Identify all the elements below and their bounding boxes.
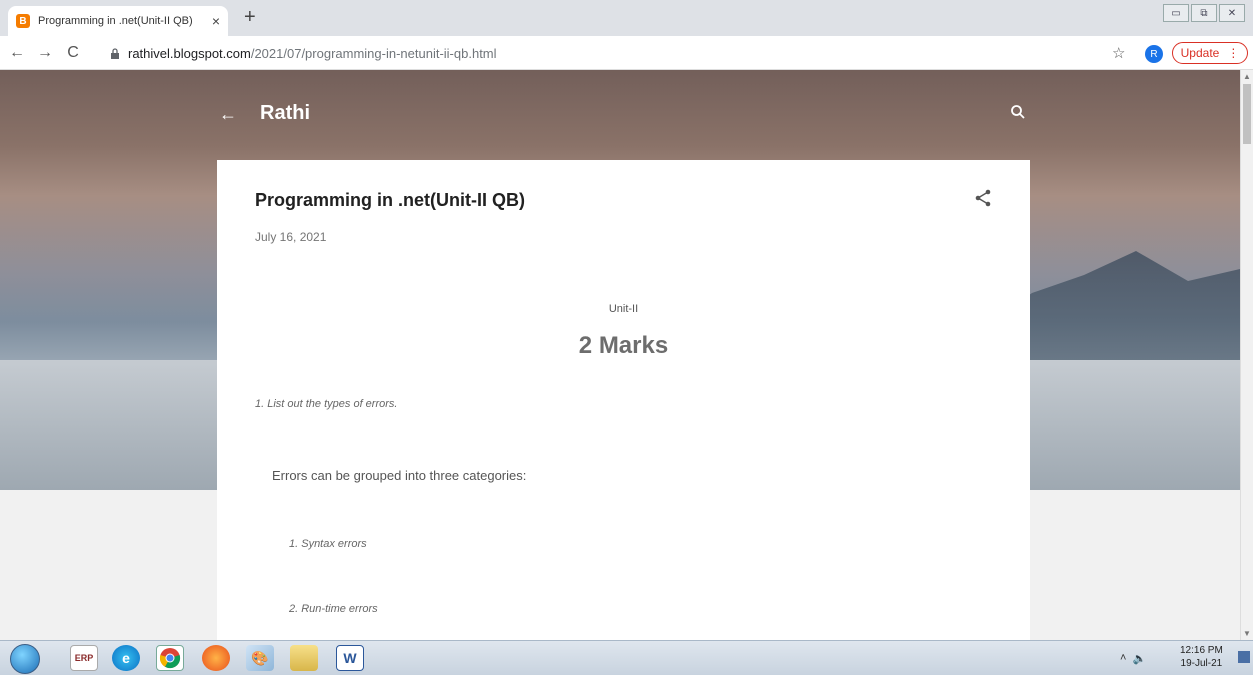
restore-button[interactable]: ⧉ [1191,4,1217,22]
post-date: July 16, 2021 [255,230,327,244]
post-title: Programming in .net(Unit-II QB) [255,190,525,210]
clock-date: 19-Jul-21 [1180,658,1223,669]
window-controls: ▭ ⧉ ✕ [1163,4,1245,22]
scroll-up-icon[interactable]: ▲ [1243,72,1251,81]
back-arrow-icon[interactable]: ← [219,104,237,125]
page-viewport: ← Rathi Programming in .net(Unit-II QB) … [0,70,1240,640]
forward-button[interactable]: → [34,44,56,62]
question-text: 1. List out the types of errors. [255,398,398,410]
browser-tab[interactable]: B Programming in .net(Unit-II QB) × [8,6,228,36]
paint-icon[interactable]: 🎨 [246,645,274,671]
close-window-button[interactable]: ✕ [1219,4,1245,22]
tab-bar: B Programming in .net(Unit-II QB) × + ▭ … [0,0,1253,36]
browser-toolbar: ← → C rathivel.blogspot.com/2021/07/prog… [0,36,1253,70]
firefox-icon[interactable] [202,645,230,671]
show-desktop-button[interactable] [1238,651,1250,663]
tab-title: Programming in .net(Unit-II QB) [38,15,193,27]
file-explorer-icon[interactable] [290,645,318,671]
url-host: rathivel.blogspot.com [128,45,251,61]
share-icon[interactable] [973,188,993,208]
more-menu-icon: ⋮ [1227,46,1240,60]
update-button[interactable]: Update ⋮ [1172,42,1248,64]
list-item: 1. Syntax errors [289,538,367,550]
tally-erp-icon[interactable]: ERP [70,645,98,671]
clock-time: 12:16 PM [1180,645,1223,656]
system-tray: ˄ 🔈 [1120,645,1170,671]
start-button[interactable] [10,644,40,674]
edge-browser-icon[interactable]: e [112,645,140,671]
taskbar-clock[interactable]: 12:16 PM 19-Jul-21 [1180,644,1223,670]
post-card: Programming in .net(Unit-II QB) July 16,… [217,160,1030,640]
scroll-thumb[interactable] [1243,84,1251,144]
marks-heading: 2 Marks [578,332,669,359]
word-icon[interactable]: W [336,645,364,671]
site-title[interactable]: Rathi [260,102,310,125]
update-label: Update [1180,46,1220,60]
new-tab-button[interactable]: + [244,6,256,29]
scroll-down-icon[interactable]: ▼ [1243,629,1251,638]
vertical-scrollbar[interactable]: ▲ ▼ [1240,70,1253,640]
list-item: 2. Run-time errors [289,603,378,615]
url-path: /2021/07/programming-in-netunit-ii-qb.ht… [250,45,497,61]
address-bar[interactable]: rathivel.blogspot.com/2021/07/programmin… [110,42,1100,64]
back-button[interactable]: ← [6,44,28,62]
reload-button[interactable]: C [62,44,84,62]
volume-icon[interactable]: 🔈 [1132,652,1146,665]
tray-expand-icon[interactable]: ˄ [1120,652,1126,664]
chrome-icon[interactable] [156,645,184,671]
answer-text: Errors can be grouped into three categor… [272,468,527,483]
bookmark-star-icon[interactable]: ☆ [1112,44,1125,62]
search-icon[interactable] [1010,104,1026,125]
profile-avatar[interactable]: R [1145,45,1163,63]
unit-heading: Unit-II [608,303,639,315]
tab-close-icon[interactable]: × [212,13,220,29]
windows-taskbar: ERP e 🎨 W ˄ 🔈 12:16 PM 19-Jul-21 [0,640,1253,675]
minimize-button[interactable]: ▭ [1163,4,1189,22]
blogger-favicon-icon: B [16,14,30,28]
lock-icon [110,48,120,59]
